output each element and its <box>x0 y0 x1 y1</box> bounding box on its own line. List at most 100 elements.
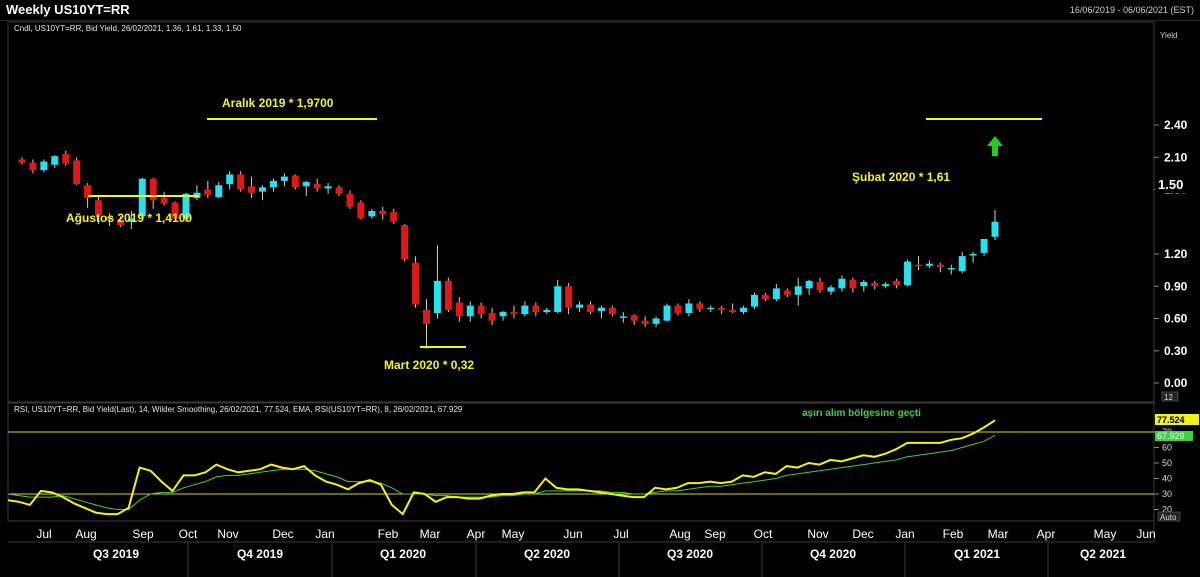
candle-body <box>51 156 59 165</box>
candle <box>269 178 277 192</box>
candle-body <box>226 174 234 185</box>
candle-body <box>805 280 813 289</box>
candle-body <box>827 287 835 292</box>
candle-body <box>488 313 496 321</box>
month-label: May <box>502 527 525 541</box>
candle-body <box>576 304 584 308</box>
candle-body <box>893 280 901 286</box>
candle-body <box>740 307 748 313</box>
candle <box>193 185 201 201</box>
candle-body <box>608 307 616 315</box>
candle-body <box>914 264 922 267</box>
candle <box>444 277 452 313</box>
month-label: Jan <box>315 527 334 541</box>
candle <box>893 278 901 289</box>
month-label: Sep <box>132 527 154 541</box>
month-label: Feb <box>378 527 399 541</box>
candle <box>18 157 26 165</box>
candle-body <box>597 307 605 311</box>
candle <box>783 288 791 297</box>
mart-annotation: Mart 2020 * 0,32 <box>384 358 474 372</box>
candle <box>532 302 540 317</box>
candle <box>991 209 999 241</box>
candle-body <box>368 211 376 217</box>
candle-body <box>499 312 507 317</box>
candle-body <box>302 181 310 187</box>
yield-axis-title: Yield <box>1160 31 1178 40</box>
rsi-value-label: 77.524 <box>1157 415 1185 425</box>
candle-body <box>718 307 726 310</box>
month-label: Apr <box>1037 527 1056 541</box>
auto-scale-label: Auto <box>1160 513 1177 522</box>
candle <box>947 264 955 275</box>
month-label: Feb <box>943 527 964 541</box>
candle <box>390 208 398 224</box>
rsi-tick-label: 50 <box>1162 458 1172 468</box>
candle-body <box>543 309 551 313</box>
candle <box>586 301 594 315</box>
candle-body <box>652 318 660 324</box>
candle <box>401 223 409 262</box>
candle <box>149 177 157 209</box>
candle <box>346 190 354 209</box>
candle-body <box>947 267 955 270</box>
agustos-annotation: Ağustos 2019 * 1,4100 <box>66 211 192 225</box>
candle-body <box>565 286 573 308</box>
ema-line <box>7 434 996 510</box>
month-label: Dec <box>272 527 293 541</box>
candle <box>740 305 748 315</box>
candle <box>925 260 933 268</box>
candle-body <box>936 264 944 267</box>
aralik-annotation: Aralık 2019 * 1,9700 <box>222 96 334 110</box>
candle-body <box>729 309 737 313</box>
candle <box>750 292 758 309</box>
candle-body <box>532 305 540 313</box>
candle-body <box>619 316 627 318</box>
candle <box>630 314 638 325</box>
candle-body <box>237 174 245 190</box>
month-label: Jan <box>895 527 914 541</box>
candle-body <box>477 305 485 315</box>
candle <box>696 301 704 313</box>
month-label: Jun <box>1136 527 1155 541</box>
candle-body <box>696 303 704 309</box>
candle <box>335 185 343 196</box>
candle <box>488 307 496 325</box>
candle-body <box>204 189 212 195</box>
candle-body <box>783 290 791 295</box>
candle-body <box>433 280 441 314</box>
candle <box>455 297 463 322</box>
candle <box>969 251 977 263</box>
quarter-label: Q2 2021 <box>1080 547 1126 561</box>
candle-body <box>674 305 682 314</box>
month-label: Oct <box>179 527 198 541</box>
quarter-label: Q4 2019 <box>237 547 283 561</box>
price-legend: Cndl, US10YT=RR, Bid Yield, 26/02/2021, … <box>14 24 242 33</box>
chart-canvas[interactable]: Cndl, US10YT=RR, Bid Yield, 26/02/2021, … <box>0 0 1200 577</box>
month-label: Jul <box>613 527 628 541</box>
candle <box>368 208 376 219</box>
candle <box>718 305 726 315</box>
candle-body <box>18 159 26 163</box>
candle-body <box>685 303 693 314</box>
candle-body <box>291 175 299 188</box>
candle-body <box>630 315 638 321</box>
candle-body <box>269 180 277 188</box>
month-label: May <box>1094 527 1117 541</box>
candle <box>685 299 693 317</box>
price-tick-label: 0.30 <box>1164 344 1188 358</box>
candle <box>29 159 37 174</box>
month-label: Aug <box>669 527 690 541</box>
rsi-annotation: aşırı alım bölgesine geçti <box>802 408 921 419</box>
candle-body <box>412 262 420 305</box>
candle-body <box>259 187 267 192</box>
candle-body <box>761 294 769 300</box>
price-tick-label: 0.90 <box>1164 279 1188 293</box>
candle <box>412 256 420 308</box>
price-tick-label: 2.10 <box>1164 150 1188 164</box>
candle <box>291 174 299 190</box>
candle-body <box>772 288 780 300</box>
candle-body <box>958 256 966 272</box>
quarter-label: Q3 2020 <box>667 547 713 561</box>
candle-body <box>925 263 933 266</box>
